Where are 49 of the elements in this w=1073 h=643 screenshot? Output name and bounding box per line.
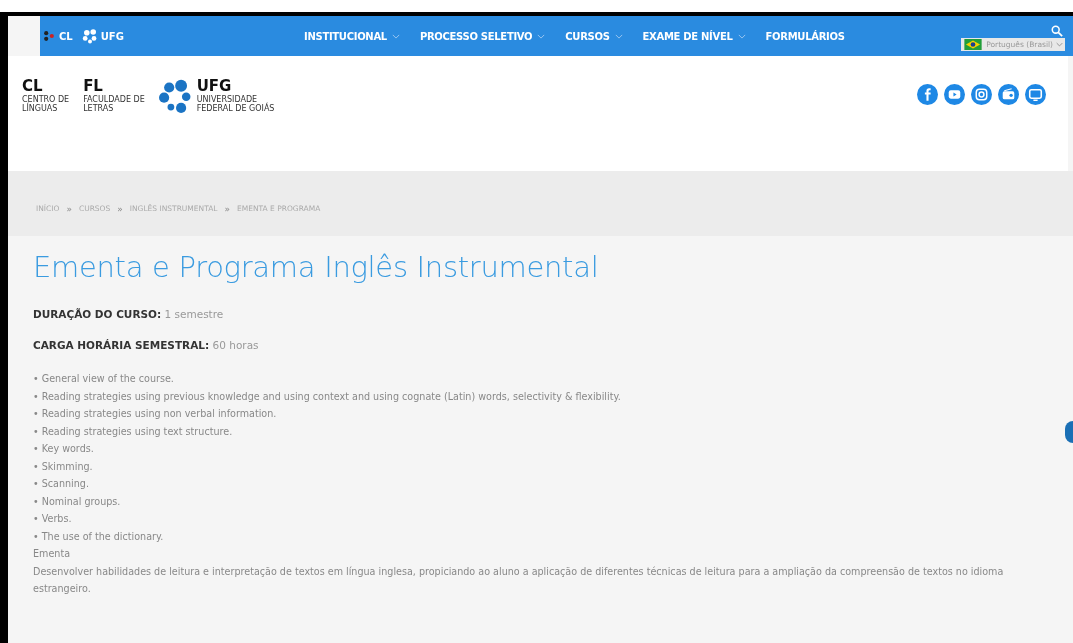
chevron-down-icon [614, 33, 623, 39]
logo-text: CL [22, 78, 43, 95]
logo-caption: FEDERAL DE GOIÁS [196, 104, 275, 113]
chevron-down-icon [1056, 42, 1063, 47]
breadcrumb-separator: » [117, 203, 123, 214]
topic-item: • Nominal groups. [33, 494, 122, 509]
nav-link[interactable]: CURSOS [565, 30, 623, 42]
course-info: DURAÇÃO DO CURSO: 1 semestre [33, 308, 225, 320]
topic-item: • Verbs. [33, 512, 73, 526]
topic-item: • Scanning. [33, 477, 90, 491]
breadcrumb-separator: » [66, 203, 72, 214]
radio-icon[interactable] [998, 84, 1019, 105]
logo-caption: CENTRO DE [22, 95, 70, 104]
logo-text: UFG [196, 78, 232, 95]
topic-item: • Reading strategies using previous knowledge and using context and using cognate (Latin) words, selectivity & flexibility. [33, 389, 622, 404]
logo-text: CL [59, 30, 73, 42]
topic-item: • The use of the dictionary. [33, 529, 165, 544]
logo-caption: FACULDADE DE [83, 95, 145, 104]
chevron-down-icon [737, 33, 746, 39]
breadcrumb-separator: » [224, 203, 230, 214]
logo-caption: UNIVERSIDADE [196, 95, 258, 104]
topic-item: • Reading strategies using text structure. [33, 424, 234, 439]
paragraph: Desenvolver habilidades de leitura e interpretação de textos em língua inglesa, propiciando ao aluno a aplicação de diferentes técnicas de leitura para a ampliação da compreensão de textos no idioma estrangeiro. [33, 564, 1005, 596]
topic-item: • Key words. [33, 442, 95, 456]
flag-icon [963, 39, 984, 50]
page-title: Ementa e Programa Inglês Instrumental [33, 250, 600, 284]
topic-item: • Skimming. [33, 459, 94, 474]
search-icon[interactable] [1051, 25, 1063, 37]
course-info: CARGA HORÁRIA SEMESTRAL: 60 horas [33, 339, 260, 351]
chevron-down-icon [537, 33, 546, 39]
monitor-icon[interactable] [1025, 84, 1046, 105]
logo-caption: LETRAS [83, 104, 114, 113]
play-icon[interactable] [944, 84, 965, 105]
section-heading: Ementa [33, 547, 72, 561]
logo-icon [81, 28, 98, 44]
nav-link[interactable]: FORMULÁRIOS [765, 30, 845, 42]
nav-link[interactable]: EXAME DE NÍVEL [642, 30, 746, 42]
topic-item: • General view of the course. [33, 372, 175, 386]
logo-text: FL [83, 78, 103, 95]
chevron-down-icon [391, 33, 400, 39]
logo-icon [158, 78, 193, 113]
nav-link[interactable]: PROCESSO SELETIVO [419, 30, 546, 42]
logo-text: UFG [100, 30, 124, 42]
camera-icon[interactable] [971, 84, 992, 105]
nav-link[interactable]: INSTITUCIONAL [304, 30, 400, 42]
topic-item: • Reading strategies using non verbal information. [33, 407, 278, 421]
logo-icon [42, 29, 56, 43]
facebook-icon[interactable] [917, 84, 938, 105]
logo-caption: LÍNGUAS [22, 104, 58, 113]
